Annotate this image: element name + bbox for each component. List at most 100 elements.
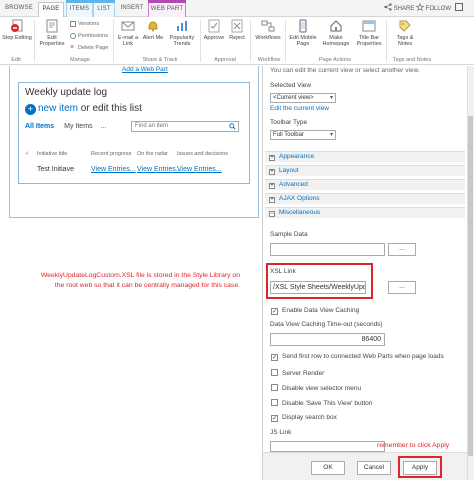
title-bar-properties-label: Title Bar Properties [356, 35, 382, 47]
reject-label: Reject [229, 35, 245, 41]
view-all-items[interactable]: All Items [25, 123, 54, 130]
section-label: Layout [279, 167, 299, 174]
tab-insert[interactable]: INSERT [117, 2, 147, 17]
tags-notes-button[interactable]: Tags & Notes [390, 19, 420, 47]
email-link-label: E-mail a Link [117, 35, 139, 47]
share-button[interactable]: SHARE [384, 3, 414, 12]
group-tags-and-notes: Tags and Notes [392, 57, 432, 63]
section-appearance[interactable]: + Appearance [265, 151, 465, 162]
focus-icon[interactable] [455, 3, 463, 11]
collapse-icon[interactable]: − [269, 211, 275, 217]
sample-data-browse-button[interactable]: ... [388, 243, 416, 256]
issues-decisions-link[interactable]: View Entries... [177, 166, 222, 173]
pane-scrollbar[interactable] [467, 66, 474, 480]
email-link-button[interactable]: E-mail a Link [116, 19, 140, 47]
new-item-link[interactable]: new item [38, 103, 78, 114]
checkbox-unchecked[interactable] [271, 369, 278, 376]
follow-button[interactable]: FOLLOW [415, 2, 451, 12]
scrollbar-thumb[interactable] [468, 116, 473, 456]
tab-list[interactable]: LIST [93, 0, 115, 17]
expand-icon[interactable]: + [269, 197, 275, 203]
list-web-part: Weekly update log + new item or edit this… [18, 82, 250, 184]
tab-items[interactable]: ITEMS [66, 0, 93, 17]
checkbox-unchecked[interactable] [271, 384, 278, 391]
server-render-checkbox[interactable]: Server Render [271, 369, 324, 377]
expand-icon[interactable]: + [269, 183, 275, 189]
web-part-title[interactable]: Weekly update log [25, 87, 107, 98]
alert-me-button[interactable]: Alert Me [142, 19, 164, 41]
disable-view-selector-checkbox[interactable]: Disable view selector menu [271, 384, 361, 392]
column-header[interactable]: Recent progress [91, 151, 131, 157]
add-icon[interactable]: + [25, 104, 36, 115]
stop-editing-button[interactable]: Stop Editing [1, 19, 33, 41]
email-icon [121, 21, 135, 31]
expand-icon[interactable]: + [269, 155, 275, 161]
toolbar-type-select[interactable]: Full Toolbar [270, 130, 336, 140]
column-header[interactable]: Issues and decisions [177, 151, 228, 157]
ribbon-separator [34, 20, 35, 62]
ok-button[interactable]: OK [311, 461, 345, 475]
tags-notes-label: Tags & Notes [396, 35, 414, 47]
view-more-button[interactable]: ... [100, 123, 106, 130]
section-label: Appearance [279, 153, 315, 160]
popularity-trends-button[interactable]: Popularity Trends [166, 19, 198, 47]
column-header[interactable]: Initiative title [37, 151, 67, 157]
on-the-radar-link[interactable]: View Entries... [137, 166, 182, 173]
approve-button[interactable]: Approve [202, 19, 226, 41]
checkbox-unchecked[interactable] [271, 399, 278, 406]
js-link-input[interactable] [270, 441, 385, 452]
sample-data-input[interactable] [270, 243, 385, 256]
add-web-part-link[interactable]: Add a Web Part [122, 66, 168, 73]
display-search-box-checkbox[interactable]: ✓ Display search box [271, 414, 337, 422]
send-first-row-checkbox[interactable]: ✓ Send first row to connected Web Parts w… [271, 353, 444, 361]
reject-button[interactable]: Reject [227, 19, 247, 41]
ribbon: Stop Editing Edit Properties Versions Pe… [0, 17, 474, 65]
caching-timeout-input[interactable]: 86400 [270, 333, 385, 346]
make-homepage-button[interactable]: Make Homepage [320, 19, 352, 47]
edit-current-view-link[interactable]: Edit the current view [270, 105, 329, 112]
xsl-link-input[interactable]: /XSL Style Sheets/WeeklyUpda [270, 281, 366, 294]
find-item-input[interactable]: Find an item [131, 121, 239, 132]
workflows-button[interactable]: Workflows [253, 19, 283, 41]
permissions-label: Permissions [78, 33, 108, 39]
versions-button[interactable]: Versions [70, 20, 99, 28]
section-label: Advanced [279, 181, 308, 188]
share-label: SHARE [393, 6, 415, 12]
toolbar-type-label: Toolbar Type [270, 119, 308, 126]
page-content: Add a Web Part Weekly update log + new it… [0, 66, 262, 480]
cancel-button[interactable]: Cancel [357, 461, 391, 475]
xsl-link-browse-button[interactable]: ... [388, 281, 416, 294]
tags-notes-icon [399, 20, 411, 32]
delete-page-label: Delete Page [78, 45, 109, 51]
section-ajax-options[interactable]: + AJAX Options [265, 193, 465, 204]
title-bar-properties-button[interactable]: Title Bar Properties [354, 19, 384, 47]
column-header[interactable]: On the radar [137, 151, 168, 157]
edit-mobile-page-button[interactable]: Edit Mobile Page [287, 19, 319, 47]
tab-page[interactable]: PAGE [38, 2, 64, 17]
tab-web-part[interactable]: WEB PART [148, 0, 186, 17]
js-link-label: JS Link [270, 429, 292, 436]
recent-progress-link[interactable]: View Entries... [91, 166, 136, 173]
edit-properties-button[interactable]: Edit Properties [37, 19, 67, 47]
checkbox-checked[interactable]: ✓ [271, 354, 278, 361]
checkmark-icon: ✓ [25, 151, 30, 157]
selected-view-select[interactable]: <Current view> [270, 93, 336, 103]
disable-save-view-checkbox[interactable]: Disable 'Save This View' button [271, 399, 372, 407]
initiative-title-cell[interactable]: Test Initiave [37, 166, 74, 173]
checkbox-checked[interactable]: ✓ [271, 308, 278, 315]
checkbox-checked[interactable]: ✓ [271, 415, 278, 422]
group-share-track: Share & Track [142, 57, 178, 63]
stop-editing-label: Stop Editing [2, 35, 32, 41]
title-bar-icon [362, 20, 376, 32]
view-my-items[interactable]: My Items [64, 123, 92, 130]
permissions-button[interactable]: Permissions [70, 32, 108, 40]
search-icon[interactable] [229, 123, 236, 130]
delete-page-button[interactable]: × Delete Page [70, 44, 108, 52]
section-advanced[interactable]: + Advanced [265, 179, 465, 190]
enable-caching-checkbox[interactable]: ✓ Enable Data View Caching [271, 307, 359, 315]
tab-browse[interactable]: BROWSE [2, 2, 36, 17]
expand-icon[interactable]: + [269, 169, 275, 175]
workflows-label: Workflows [255, 35, 281, 41]
section-miscellaneous[interactable]: − Miscellaneous [265, 207, 465, 218]
section-layout[interactable]: + Layout [265, 165, 465, 176]
